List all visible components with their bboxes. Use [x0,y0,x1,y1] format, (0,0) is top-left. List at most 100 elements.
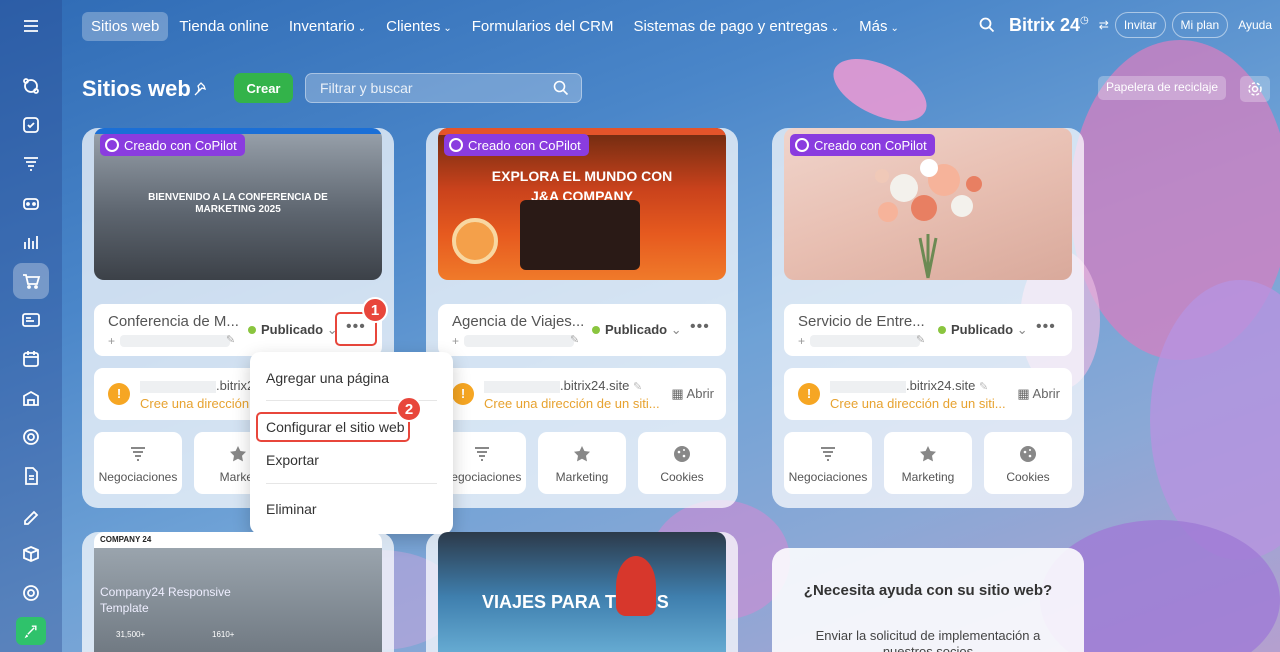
chevron-down-icon: ⌄ [890,22,899,34]
menu-export[interactable]: Exportar [266,452,319,468]
edit-icon[interactable]: ✎ [226,333,235,346]
calendar-icon[interactable] [13,341,49,377]
site-tiles: Negociaciones Marketing Cookies [438,432,726,494]
switch-icon[interactable]: ⇄ [1099,18,1109,32]
tile-marketing[interactable]: Marketing [538,432,626,494]
more-options-icon[interactable]: ••• [1036,318,1056,336]
settings-button[interactable] [1240,76,1270,102]
site-name[interactable]: Agencia de Viajes... [452,313,584,330]
create-domain-link[interactable]: Cree una dirección de un siti... [484,396,660,411]
edit-icon[interactable]: ✎ [916,333,925,346]
domain-blur [484,380,560,393]
create-domain-link[interactable]: Cree una dirección [140,396,249,411]
feed-icon[interactable] [13,68,49,104]
rocket-icon[interactable] [16,617,46,645]
nav-clientes[interactable]: Clientes ⌄ [377,12,461,41]
settings-icon[interactable] [13,575,49,611]
help-text[interactable]: Enviar la solicitud de implementación a … [772,628,1084,652]
status-dropdown[interactable]: Publicado ⌄ [592,322,682,338]
nav-label: Clientes [386,17,441,35]
edit-icon[interactable]: ✎ [570,333,579,346]
laptop-image [520,200,640,270]
tile-label: Negociaciones [98,470,178,484]
shop-icon[interactable] [13,263,49,299]
edit-icon[interactable]: ✎ [979,381,988,393]
recycle-bin-button[interactable]: Papelera de reciclaje [1098,76,1227,100]
help-link[interactable]: Ayuda [1238,18,1272,32]
step-badge-1: 1 [362,297,388,323]
tile-label: Negociaciones [788,470,868,484]
status-label: Publicado [261,322,324,337]
tile-negociaciones[interactable]: Negociaciones [94,432,182,494]
document-icon[interactable] [13,458,49,494]
domain-panel: ! .bitrix24.site ✎ Cree una dirección de… [784,368,1072,420]
copilot-icon [795,138,809,152]
qr-icon: ▦ [671,386,684,401]
funnel-icon [821,447,835,461]
box-icon[interactable] [13,536,49,572]
site-thumbnail[interactable]: COMPANY 24 Company24 Responsive Template… [94,532,382,652]
analytics-icon[interactable] [13,224,49,260]
site-card: EXPLORA EL MUNDO CON J&A COMPANY Creado … [426,128,738,508]
tile-negociaciones[interactable]: Negociaciones [784,432,872,494]
plus-icon: + [108,334,116,348]
help-card: ¿Necesita ayuda con su sitio web? Enviar… [772,548,1084,652]
menu-icon[interactable] [13,8,49,44]
domain-text[interactable]: .bitrix24.site ✎ [484,378,642,393]
my-plan-button[interactable]: Mi plan [1171,12,1229,38]
open-button[interactable]: ▦ Abrir [671,386,714,402]
sign-icon[interactable] [13,497,49,533]
create-button[interactable]: Crear [234,73,293,103]
copilot-icon[interactable] [13,185,49,221]
tile-cookies[interactable]: Cookies [638,432,726,494]
inventory-icon[interactable] [13,380,49,416]
menu-delete[interactable]: Eliminar [266,501,317,517]
tile-marketing[interactable]: Marketing [884,432,972,494]
nav-sistemas-pago[interactable]: Sistemas de pago y entregas ⌄ [624,12,848,41]
nav-inventario[interactable]: Inventario ⌄ [280,12,375,41]
domain-suffix: .bitrix24.site [560,378,630,393]
contact-card-icon[interactable] [13,302,49,338]
crm-funnel-icon[interactable] [13,146,49,182]
status-label: Publicado [951,322,1014,337]
tile-cookies[interactable]: Cookies [984,432,1072,494]
nav-label: Sistemas de pago y entregas [633,17,828,35]
pin-icon[interactable] [194,82,208,96]
site-name[interactable]: Conferencia de M... [108,313,239,330]
site-card: VIAJES PARA TODOS [426,532,738,652]
cookie-icon [1020,446,1036,462]
tasks-icon[interactable] [13,107,49,143]
site-url[interactable] [120,335,230,347]
domain-text[interactable]: .bitrix24 [140,378,262,393]
nav-mas[interactable]: Más ⌄ [850,12,908,41]
nav-label: Más [859,17,888,35]
site-info-panel: Agencia de Viajes... + ✎ Publicado ⌄ ••• [438,304,726,356]
search-icon[interactable] [553,80,569,96]
edit-icon[interactable]: ✎ [633,381,642,393]
create-domain-link[interactable]: Cree una dirección de un siti... [830,396,1006,411]
clock-icon: ◷ [1080,14,1089,26]
search-icon[interactable] [979,17,995,33]
warning-icon: ! [452,383,474,405]
nav-formularios-crm[interactable]: Formularios del CRM [463,12,623,41]
site-thumbnail[interactable]: VIAJES PARA TODOS [438,532,726,652]
nav-sitios-web[interactable]: Sitios web [82,11,169,41]
open-button[interactable]: ▦ Abrir [1017,386,1060,402]
search-input[interactable]: Filtrar y buscar [305,73,582,103]
brand-text: Bitrix 24 [1008,14,1081,35]
gear-icon [1248,82,1262,96]
site-url[interactable] [810,335,920,347]
status-dropdown[interactable]: Publicado ⌄ [938,322,1028,338]
status-dropdown[interactable]: Publicado ⌄ [248,322,338,338]
site-url[interactable] [464,335,574,347]
brand-logo[interactable]: Bitrix 24◷ [1009,15,1089,36]
target-icon[interactable] [13,419,49,455]
nav-tienda-online[interactable]: Tienda online [170,12,278,41]
menu-add-page[interactable]: Agregar una página [266,370,389,386]
more-options-icon[interactable]: ••• [690,318,710,336]
chevron-down-icon: ⌄ [1016,322,1028,337]
invite-button[interactable]: Invitar [1114,12,1166,38]
site-name[interactable]: Servicio de Entre... [798,313,925,330]
domain-text[interactable]: .bitrix24.site ✎ [830,378,988,393]
left-sidebar [0,0,62,652]
